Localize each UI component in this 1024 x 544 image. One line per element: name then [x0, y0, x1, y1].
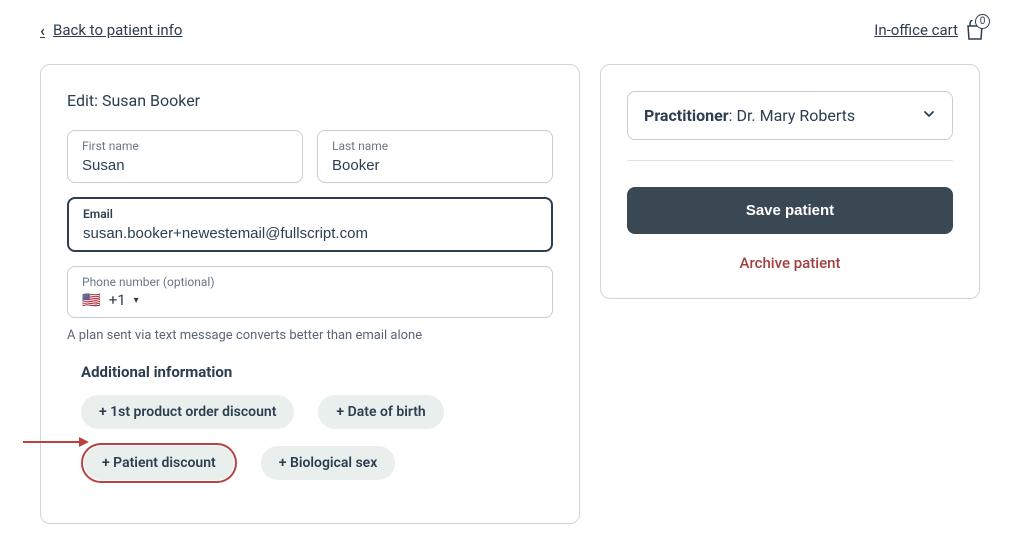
first-name-field[interactable]: First name [67, 130, 303, 183]
first-name-input[interactable] [82, 157, 288, 174]
edit-patient-panel: Edit: Susan Booker First name Last name … [40, 64, 580, 524]
add-patient-discount-button[interactable]: + Patient discount [84, 446, 234, 480]
save-patient-button[interactable]: Save patient [627, 187, 953, 234]
divider [627, 160, 953, 161]
last-name-label: Last name [332, 139, 538, 153]
cart-link-label: In-office cart [874, 21, 958, 39]
chevron-down-icon [922, 106, 936, 125]
practitioner-value: Dr. Mary Roberts [736, 106, 855, 125]
page-title: Edit: Susan Booker [67, 91, 553, 110]
back-to-patient-info-link[interactable]: ‹ Back to patient info [40, 21, 182, 40]
additional-info-heading: Additional information [81, 363, 553, 381]
phone-hint: A plan sent via text message converts be… [67, 328, 553, 343]
actions-panel: Practitioner: Dr. Mary Roberts Save pati… [600, 64, 980, 299]
practitioner-select[interactable]: Practitioner: Dr. Mary Roberts [627, 91, 953, 140]
email-label: Email [83, 207, 537, 221]
first-name-label: First name [82, 139, 288, 153]
phone-flag-icon: 🇺🇸 [82, 291, 101, 309]
cart-badge: 0 [975, 14, 990, 29]
add-first-order-discount-button[interactable]: + 1st product order discount [81, 395, 294, 429]
add-date-of-birth-button[interactable]: + Date of birth [318, 395, 443, 429]
last-name-input[interactable] [332, 157, 538, 174]
cart-icon: 0 [966, 20, 984, 40]
phone-field[interactable]: Phone number (optional) 🇺🇸 +1 ▾ [67, 266, 553, 318]
archive-patient-link[interactable]: Archive patient [627, 254, 953, 272]
add-biological-sex-button[interactable]: + Biological sex [261, 446, 396, 480]
chevron-down-icon[interactable]: ▾ [134, 295, 139, 306]
patient-discount-highlight: + Patient discount [81, 443, 237, 483]
last-name-field[interactable]: Last name [317, 130, 553, 183]
in-office-cart-link[interactable]: In-office cart 0 [874, 20, 984, 40]
chevron-left-icon: ‹ [40, 21, 45, 40]
back-link-label: Back to patient info [53, 21, 182, 39]
phone-country-code: +1 [109, 291, 126, 309]
phone-label: Phone number (optional) [82, 275, 538, 289]
practitioner-label: Practitioner [644, 106, 729, 125]
email-field[interactable]: Email [67, 197, 553, 252]
email-input[interactable] [83, 225, 537, 242]
